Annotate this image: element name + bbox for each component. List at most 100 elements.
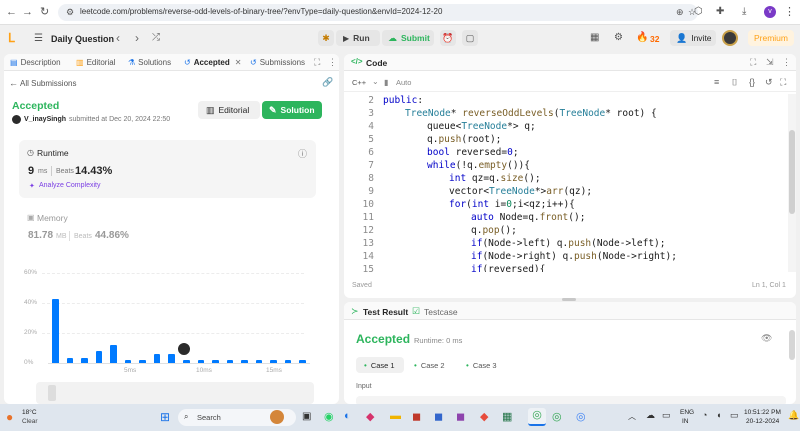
- solution-button[interactable]: ✎ Solution: [262, 101, 322, 119]
- result-scrollbar[interactable]: [789, 330, 795, 360]
- chart-bar[interactable]: [226, 359, 234, 363]
- code-text[interactable]: vector<TreeNode*>arr(qz);: [449, 185, 592, 198]
- input-field[interactable]: [356, 396, 786, 404]
- bookmark-icon[interactable]: ⌷: [732, 77, 737, 88]
- autocomplete-mode[interactable]: Auto: [396, 78, 411, 87]
- scroll-handle[interactable]: [48, 385, 56, 401]
- user-avatar[interactable]: [12, 115, 21, 124]
- submitter-name[interactable]: V_inaySingh: [24, 116, 66, 123]
- settings-gear-icon[interactable]: ⚙: [614, 32, 623, 43]
- next-problem-icon[interactable]: ›: [135, 31, 139, 45]
- editorial-button[interactable]: ▥ Editorial: [198, 101, 260, 119]
- task-view-icon[interactable]: ▣: [302, 411, 311, 422]
- code-line[interactable]: 9 vector<TreeNode*>arr(qz);: [344, 185, 788, 198]
- app-icon[interactable]: ◼: [456, 410, 465, 423]
- format-icon[interactable]: ≡: [714, 77, 719, 87]
- info-icon[interactable]: ⓘ: [298, 147, 307, 160]
- run-button[interactable]: ▶ Run: [336, 30, 380, 46]
- code-line[interactable]: 11 auto Node=q.front();: [344, 211, 788, 224]
- taskbar-search[interactable]: ⌕ Search: [178, 409, 296, 426]
- chart-bar[interactable]: [270, 359, 277, 363]
- chrome-icon[interactable]: ◎: [576, 410, 586, 423]
- code-text[interactable]: if(Node->left) q.push(Node->left);: [471, 237, 666, 250]
- maximize-icon[interactable]: ⛶: [750, 57, 756, 68]
- streak-count[interactable]: 32: [650, 34, 659, 44]
- whatsapp-icon[interactable]: ◉: [324, 410, 334, 423]
- notes-icon[interactable]: ▢: [462, 30, 478, 46]
- lang-region[interactable]: IN: [682, 418, 689, 425]
- windows-start-icon[interactable]: ⊞: [160, 410, 170, 424]
- chrome-icon[interactable]: ◎: [552, 410, 562, 423]
- brave-icon[interactable]: ◆: [480, 410, 488, 423]
- clock-date[interactable]: 20-12-2024: [746, 418, 779, 425]
- your-submission-avatar[interactable]: [177, 342, 191, 356]
- prev-problem-icon[interactable]: ‹: [116, 31, 120, 45]
- chart-bar[interactable]: [183, 359, 190, 363]
- runtime-card[interactable]: ◷ Runtime ⓘ 9 ms Beats 14.43% ✦ Analyze …: [19, 140, 316, 198]
- code-text[interactable]: for(int i=0;i<qz;i++){: [449, 198, 575, 211]
- shuffle-icon[interactable]: ⤮: [152, 32, 160, 43]
- reset-icon[interactable]: ↺: [765, 77, 773, 88]
- chart-bar[interactable]: [284, 359, 292, 363]
- panel-resize-handle[interactable]: [562, 298, 576, 301]
- code-text[interactable]: if(Node->right) q.push(Node->right);: [471, 250, 677, 263]
- menu-kebab-icon[interactable]: ⋮: [784, 5, 795, 19]
- eye-icon[interactable]: 👁: [761, 333, 772, 344]
- wifi-icon[interactable]: ◔: [702, 410, 707, 420]
- chrome-icon[interactable]: ◎: [528, 408, 546, 426]
- clock-time[interactable]: 10:51:22 PM: [744, 409, 781, 416]
- app-icon[interactable]: ◼: [434, 410, 443, 423]
- chart-bar[interactable]: [299, 359, 306, 363]
- editor-scrollbar[interactable]: [788, 94, 796, 272]
- tab-editorial[interactable]: ▥ Editorial: [76, 58, 115, 67]
- code-text[interactable]: TreeNode* reverseOddLevels(TreeNode* roo…: [405, 107, 657, 120]
- code-line[interactable]: 13 if(Node->left) q.push(Node->left);: [344, 237, 788, 250]
- list-icon[interactable]: ☰: [34, 33, 43, 44]
- leetcode-logo-icon[interactable]: ᒪ: [8, 31, 15, 45]
- problem-list-title[interactable]: Daily Question: [51, 34, 114, 44]
- code-line[interactable]: 12 q.pop();: [344, 224, 788, 237]
- volume-icon[interactable]: ◖: [716, 410, 721, 420]
- braces-icon[interactable]: {}: [749, 77, 755, 87]
- code-text[interactable]: q.pop();: [471, 224, 517, 237]
- app-icon[interactable]: ◼: [412, 410, 421, 423]
- code-text[interactable]: bool reversed=0;: [427, 146, 519, 159]
- battery-status-icon[interactable]: ▭: [730, 410, 739, 421]
- chart-bar[interactable]: [95, 350, 103, 363]
- reload-icon[interactable]: ↻: [40, 5, 49, 19]
- chart-bar[interactable]: [241, 359, 248, 363]
- downloads-icon[interactable]: ⤓: [742, 5, 746, 19]
- chart-bar[interactable]: [124, 359, 132, 363]
- cloud-icon[interactable]: ☁: [646, 410, 655, 421]
- code-line[interactable]: 10 for(int i=0;i<qz;i++){: [344, 198, 788, 211]
- code-line[interactable]: 8 int qz=q.size();: [344, 172, 788, 185]
- file-explorer-icon[interactable]: ▬: [390, 410, 401, 422]
- chart-bar[interactable]: [197, 359, 205, 363]
- chart-bar[interactable]: [81, 358, 88, 363]
- chart-bar[interactable]: [168, 353, 175, 363]
- code-text[interactable]: int qz=q.size();: [449, 172, 541, 185]
- invite-button[interactable]: 👤 Invite: [670, 30, 716, 46]
- code-text[interactable]: auto Node=q.front();: [471, 211, 585, 224]
- back-icon[interactable]: ←: [6, 5, 17, 19]
- code-title[interactable]: Code: [366, 58, 387, 68]
- case-3-tab[interactable]: • Case 3: [462, 357, 506, 373]
- more-icon[interactable]: ⋮: [328, 57, 337, 68]
- puzzle-icon[interactable]: ✚: [716, 5, 724, 19]
- back-arrow-icon[interactable]: ←: [9, 78, 18, 88]
- chart-bar[interactable]: [255, 359, 263, 363]
- site-info-icon[interactable]: ⚙: [66, 7, 74, 18]
- weather-icon[interactable]: ●: [6, 410, 13, 424]
- submit-button[interactable]: ☁ Submit: [382, 30, 434, 46]
- debug-icon[interactable]: ✱: [318, 30, 334, 46]
- code-text[interactable]: public:: [383, 94, 423, 107]
- url-text[interactable]: leetcode.com/problems/reverse-odd-levels…: [80, 7, 442, 16]
- code-preview-strip[interactable]: [36, 382, 314, 404]
- weather-temp[interactable]: 18°C: [22, 409, 37, 416]
- fullscreen-icon[interactable]: ⛶: [780, 77, 786, 88]
- all-submissions-link[interactable]: All Submissions: [20, 79, 76, 88]
- scrollbar-thumb[interactable]: [789, 130, 795, 214]
- close-tab-icon[interactable]: ✕: [235, 58, 242, 67]
- tab-submissions[interactable]: ↺ Submissions: [250, 58, 305, 67]
- code-line[interactable]: 15 if(reversed){: [344, 263, 788, 272]
